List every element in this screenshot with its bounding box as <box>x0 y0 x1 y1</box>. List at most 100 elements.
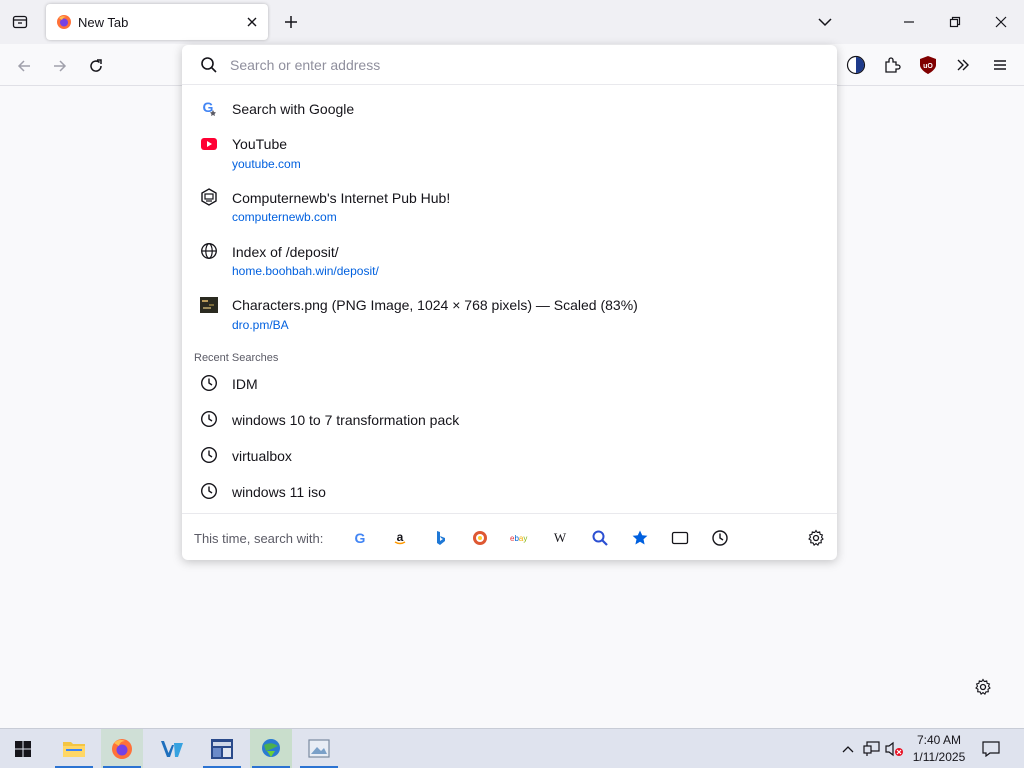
urlbar-input[interactable] <box>230 54 820 76</box>
list-all-tabs-button[interactable] <box>814 11 836 33</box>
close-window-button[interactable] <box>986 8 1016 36</box>
notification-icon <box>982 741 1000 757</box>
chevron-down-icon <box>818 18 832 27</box>
more-tools-button[interactable] <box>951 53 975 77</box>
bookmarks-engine-button[interactable] <box>629 527 651 549</box>
close-icon <box>247 17 257 27</box>
vs-icon <box>161 741 183 757</box>
recent-search-item[interactable]: IDM <box>182 371 837 397</box>
taskbar-calculator-app[interactable] <box>201 729 243 768</box>
svg-text:uO: uO <box>923 63 933 70</box>
restore-button[interactable] <box>940 8 970 36</box>
reload-icon <box>90 59 102 72</box>
tab-strip: New Tab <box>0 0 1024 44</box>
clock-icon <box>200 374 218 392</box>
amazon-icon: a <box>394 530 406 545</box>
plus-icon <box>285 16 297 28</box>
one-off-search-bar: This time, search with: G a ebay W <box>182 513 837 560</box>
star-icon <box>632 530 648 545</box>
close-icon <box>995 16 1007 28</box>
globe-icon <box>200 242 218 260</box>
dark-mode-icon <box>846 55 866 75</box>
hamburger-menu-icon <box>994 60 1006 70</box>
result-url: computernewb.com <box>232 210 337 224</box>
dark-reader-button[interactable] <box>844 53 868 77</box>
search-icon <box>592 530 608 546</box>
google-icon: G <box>355 530 366 546</box>
app-menu-button[interactable] <box>988 53 1012 77</box>
result-computernewb[interactable]: Computernewb's Internet Pub Hub! compute… <box>182 184 837 228</box>
reload-button[interactable] <box>83 53 109 79</box>
firefox-icon <box>112 739 132 759</box>
taskbar-visual-studio[interactable] <box>151 729 193 768</box>
newtab-customize-button[interactable] <box>972 676 994 698</box>
arrow-left-icon <box>17 60 30 72</box>
action-center-button[interactable] <box>981 739 1001 759</box>
taskbar: 7:40 AM 1/11/2025 <box>0 728 1024 768</box>
result-search-with-google[interactable]: G Search with Google <box>182 95 837 121</box>
firefox-view-icon <box>12 15 28 29</box>
clock-date: 1/11/2025 <box>912 750 966 764</box>
firefox-view-button[interactable] <box>8 10 32 34</box>
recent-search-item[interactable]: windows 10 to 7 transformation pack <box>182 407 837 433</box>
recent-search-item[interactable]: windows 11 iso <box>182 479 837 505</box>
duckduckgo-icon <box>473 531 487 545</box>
back-button[interactable] <box>11 53 37 79</box>
network-button[interactable] <box>862 739 882 759</box>
app-window-icon <box>211 739 233 759</box>
result-url: youtube.com <box>232 157 301 171</box>
taskbar-firefox[interactable] <box>101 729 143 768</box>
wikipedia-icon: W <box>554 530 567 545</box>
extensions-button[interactable] <box>880 53 904 77</box>
result-youtube[interactable]: YouTube youtube.com <box>182 131 837 175</box>
duckduckgo-engine-button[interactable] <box>469 527 491 549</box>
tabs-engine-button[interactable] <box>669 527 691 549</box>
tab-close-button[interactable] <box>242 12 262 32</box>
chevron-up-icon <box>842 746 854 753</box>
result-title: YouTube <box>232 136 288 152</box>
tab-title: New Tab <box>78 14 129 30</box>
clock-icon <box>200 410 218 428</box>
recent-search-item[interactable]: virtualbox <box>182 443 837 469</box>
youtube-icon <box>200 135 218 153</box>
ublock-shield-icon: uO <box>920 56 936 74</box>
wikipedia-engine-button[interactable]: W <box>549 527 571 549</box>
svg-text:ebay: ebay <box>510 534 527 543</box>
history-engine-button[interactable] <box>709 527 731 549</box>
minimize-icon <box>904 21 914 23</box>
start-button[interactable] <box>2 729 44 768</box>
svg-text:a: a <box>397 530 404 544</box>
gear-icon <box>975 678 991 695</box>
forward-button[interactable] <box>47 53 73 79</box>
result-url: home.boohbah.win/deposit/ <box>232 264 379 278</box>
recent-searches-heading: Recent Searches <box>194 352 279 364</box>
taskbar-file-explorer[interactable] <box>53 729 95 768</box>
volume-button[interactable] <box>884 739 904 759</box>
search-engine-button[interactable] <box>589 527 611 549</box>
taskbar-image-viewer[interactable] <box>298 729 340 768</box>
bing-icon <box>437 531 445 545</box>
clock-icon <box>200 482 218 500</box>
tab-new-tab[interactable]: New Tab <box>46 4 268 40</box>
ebay-engine-button[interactable]: ebay <box>509 527 531 549</box>
result-title: Search with Google <box>232 101 355 117</box>
bing-engine-button[interactable] <box>429 527 451 549</box>
google-engine-button[interactable]: G <box>349 527 371 549</box>
one-off-label: This time, search with: <box>194 531 324 546</box>
taskbar-clock[interactable]: 7:40 AM 1/11/2025 <box>906 732 972 766</box>
tab-icon <box>671 531 689 545</box>
result-index-of-deposit[interactable]: Index of /deposit/ home.boohbah.win/depo… <box>182 238 837 282</box>
show-hidden-icons-button[interactable] <box>838 739 858 759</box>
firefox-icon <box>57 15 71 29</box>
minimize-button[interactable] <box>894 8 924 36</box>
urlbar-dropdown: G Search with Google YouTube youtube.com… <box>182 45 837 560</box>
search-settings-button[interactable] <box>805 527 827 549</box>
taskbar-internet-download-manager[interactable] <box>250 729 292 768</box>
amazon-engine-button[interactable]: a <box>389 527 411 549</box>
double-chevron-right-icon <box>957 59 969 71</box>
ublock-origin-button[interactable]: uO <box>916 53 940 77</box>
image-thumbnail-icon <box>200 296 218 314</box>
new-tab-button[interactable] <box>280 11 302 33</box>
recent-search-text: virtualbox <box>232 448 292 464</box>
result-characters-png[interactable]: Characters.png (PNG Image, 1024 × 768 pi… <box>182 292 837 336</box>
